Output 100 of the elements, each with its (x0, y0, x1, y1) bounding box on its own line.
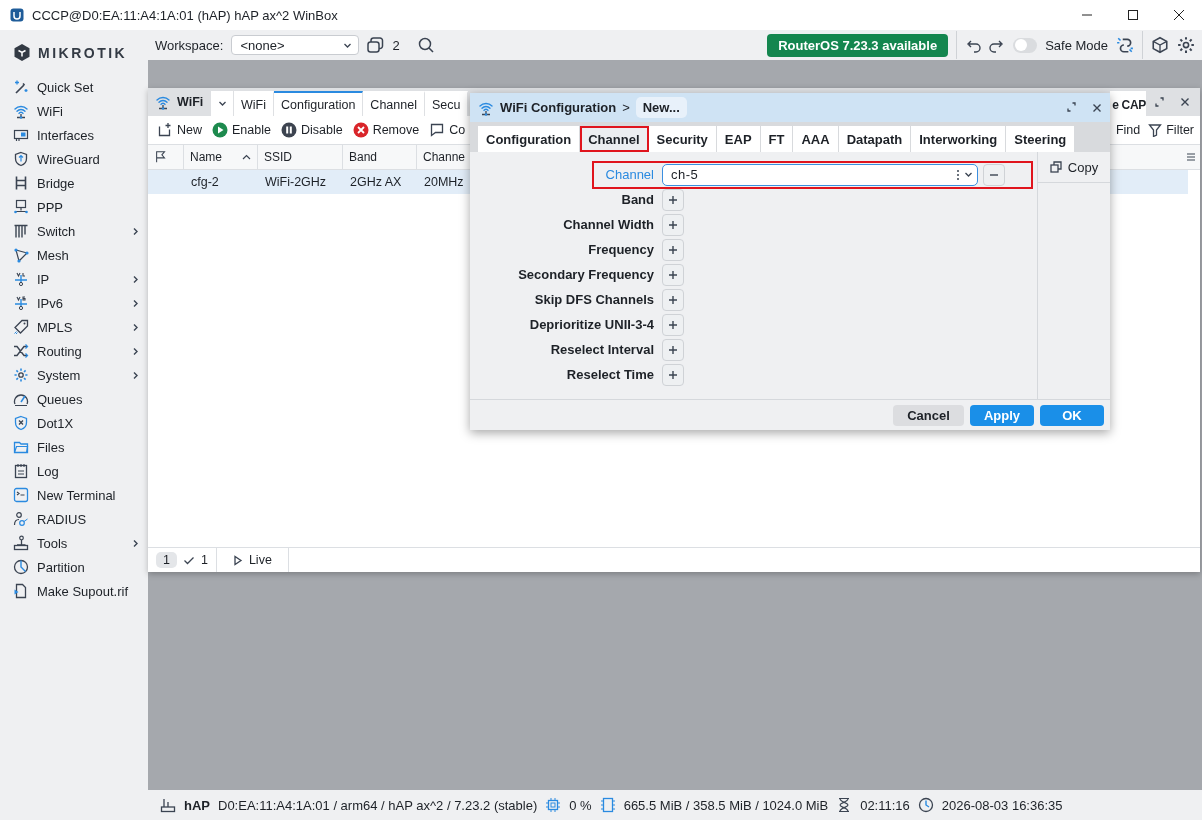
field-label: Channel (604, 167, 655, 182)
plus-icon (668, 269, 678, 280)
tab[interactable]: Configuration (274, 91, 364, 116)
sidebar-item[interactable]: Routing (0, 339, 148, 363)
add-button[interactable] (662, 213, 684, 236)
device-name: hAP (184, 797, 210, 813)
dialog-title: WiFi Configuration (500, 100, 617, 115)
sidebar-item[interactable]: IPv6 (0, 291, 148, 315)
table-cell: 20MHz (424, 175, 464, 189)
safe-mode-toggle[interactable] (1013, 37, 1038, 53)
channel-select[interactable]: ch-5 (662, 163, 978, 186)
joystick-icon (13, 535, 29, 551)
workspace-label: Workspace: (155, 37, 224, 53)
more-icon (956, 168, 960, 181)
toolbar-button[interactable]: Co (429, 122, 466, 138)
gauge-icon (13, 391, 29, 407)
device-details: D0:EA:11:A4:1A:01 / arm64 / hAP ax^2 / 7.23.2 (stable) (218, 797, 538, 813)
tab[interactable]: Channel (363, 91, 425, 116)
date-time: 2026-08-03 16:36:35 (941, 797, 1063, 813)
toolbar-button[interactable]: Enable (212, 122, 271, 138)
cancel-button[interactable]: Cancel (893, 404, 964, 426)
remove-button[interactable] (983, 163, 1005, 186)
wifi-icon (155, 94, 171, 110)
toolbar-button[interactable]: Disable (280, 122, 343, 138)
column-header[interactable]: SSID (258, 145, 343, 169)
sidebar-item[interactable]: Partition (0, 555, 148, 579)
sidebar-item[interactable]: IP (0, 267, 148, 291)
add-button[interactable] (662, 263, 684, 286)
expand-icon[interactable] (1153, 96, 1165, 108)
windows-icon[interactable] (367, 36, 385, 54)
sidebar-item[interactable]: Files (0, 435, 148, 459)
column-header[interactable]: Band (343, 145, 417, 169)
sidebar-item[interactable]: Switch (0, 219, 148, 243)
broken-link-icon[interactable] (1116, 36, 1134, 54)
close-icon[interactable] (1092, 102, 1102, 113)
add-button[interactable] (662, 188, 684, 211)
workspace-select[interactable]: <none> (231, 35, 360, 55)
sidebar-item[interactable]: WiFi (0, 99, 148, 123)
live-button[interactable]: Live (216, 548, 289, 572)
sidebar-item[interactable]: Bridge (0, 171, 148, 195)
sidebar-item[interactable]: Dot1X (0, 411, 148, 435)
toolbar-button[interactable]: Find (1115, 123, 1141, 137)
search-icon[interactable] (417, 37, 434, 53)
sidebar-item[interactable]: Quick Set (0, 75, 148, 99)
add-button[interactable] (662, 238, 684, 261)
table-cell: 2GHz AX (350, 175, 402, 189)
chevron-down-icon (964, 170, 973, 179)
add-button[interactable] (662, 313, 684, 336)
selected-count: 1 (200, 553, 208, 567)
toolbar-button[interactable]: Remove (352, 122, 420, 138)
tab[interactable]: Secu (424, 91, 469, 116)
tab[interactable]: AAA (793, 126, 839, 152)
tab[interactable]: Datapath (838, 126, 912, 152)
toolbar-button[interactable]: Filter (1148, 123, 1194, 137)
sidebar-item[interactable]: Log (0, 459, 148, 483)
tab[interactable]: FT (760, 126, 794, 152)
column-header[interactable]: Name (184, 145, 258, 169)
maximize-icon (1128, 10, 1138, 20)
cube-icon[interactable] (1151, 36, 1169, 54)
expand-icon[interactable] (1065, 102, 1077, 113)
tab[interactable]: Security (648, 126, 717, 152)
shield-icon (13, 151, 29, 167)
tab[interactable]: Steering (1006, 126, 1076, 152)
field-label: Reselect Time (565, 367, 655, 382)
update-badge[interactable]: RouterOS 7.23.3 available (767, 33, 949, 57)
sidebar-item[interactable]: RADIUS (0, 507, 148, 531)
tab[interactable]: Interworking (911, 126, 1007, 152)
network-node-icon (13, 271, 29, 287)
settings-icon[interactable] (1177, 36, 1195, 54)
tab[interactable]: Channel (580, 126, 649, 152)
sidebar-item[interactable]: MPLS (0, 315, 148, 339)
add-button[interactable] (662, 338, 684, 361)
close-icon[interactable] (1180, 97, 1190, 107)
sidebar-item[interactable]: PPP (0, 195, 148, 219)
sidebar-item[interactable]: Mesh (0, 243, 148, 267)
copy-button[interactable]: Copy (1038, 152, 1110, 183)
table-cell: cfg-2 (191, 175, 219, 189)
cpu-usage: 0 % (569, 797, 592, 813)
pie-chart-icon (13, 559, 29, 575)
memory-usage: 665.5 MiB / 358.5 MiB / 1024.0 MiB (623, 797, 829, 813)
menu-icon[interactable] (1186, 152, 1196, 162)
sidebar-item[interactable]: Queues (0, 387, 148, 411)
add-button[interactable] (662, 288, 684, 311)
sidebar-item[interactable]: WireGuard (0, 147, 148, 171)
sidebar-item[interactable]: New Terminal (0, 483, 148, 507)
breadcrumb-separator: > (622, 100, 630, 115)
add-button[interactable] (662, 363, 684, 386)
plus-icon (668, 344, 678, 355)
toolbar-button[interactable]: New (157, 122, 202, 138)
sidebar-item[interactable]: Interfaces (0, 123, 148, 147)
sidebar-item[interactable]: System (0, 363, 148, 387)
sidebar-item[interactable]: Make Supout.rif (0, 579, 148, 603)
tab[interactable]: e CAP (1110, 91, 1146, 116)
app-icon (10, 8, 24, 22)
tab[interactable]: WiFi (234, 91, 274, 116)
tab[interactable]: Configuration (478, 126, 581, 152)
sidebar-item[interactable]: Tools (0, 531, 148, 555)
copy-icon (1049, 161, 1062, 173)
plus-icon (668, 244, 678, 255)
tab[interactable]: EAP (716, 126, 761, 152)
